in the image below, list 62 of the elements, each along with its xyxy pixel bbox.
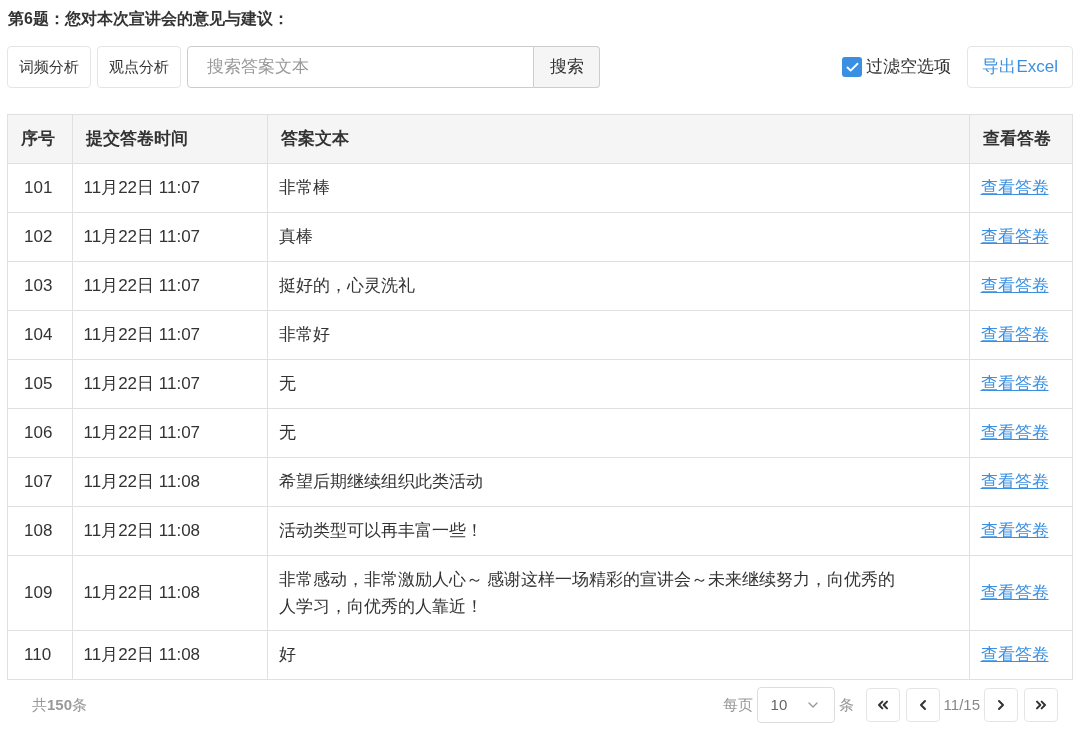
table-cell: 11月22日 11:07 — [72, 359, 267, 408]
analysis-button[interactable]: 词频分析 — [7, 46, 91, 88]
table-cell: 11月22日 11:07 — [72, 408, 267, 457]
table-cell: 11月22日 11:07 — [72, 261, 267, 310]
total-count: 共150条 — [32, 694, 88, 715]
search-input[interactable]: 搜索答案文本 — [207, 54, 514, 80]
table-cell: 11月22日 11:08 — [72, 630, 267, 679]
page-indicator: 11/15 — [943, 694, 980, 715]
table-cell: 11月22日 11:07 — [72, 212, 267, 261]
table-cell: 110 — [8, 630, 72, 679]
column-header: 答案文本 — [267, 115, 969, 163]
view-answer-link[interactable]: 查看答卷 — [980, 373, 1049, 393]
filter-label: 过滤空选项 — [866, 56, 952, 79]
table-cell: 无 — [267, 408, 969, 457]
table-cell: 挺好的，心灵洗礼 — [267, 261, 969, 310]
table-cell: 104 — [8, 310, 72, 359]
per-page-select[interactable]: 10 — [756, 687, 835, 723]
table-cell: 102 — [8, 212, 72, 261]
previous-page-button[interactable] — [905, 688, 940, 722]
search-button[interactable]: 搜索 — [534, 46, 600, 88]
view-answer-link[interactable]: 查看答卷 — [980, 471, 1049, 491]
first-page-button[interactable] — [865, 688, 900, 722]
table-cell: 108 — [8, 506, 72, 555]
table-cell: 真棒 — [267, 212, 969, 261]
column-header: 序号 — [8, 115, 72, 163]
table-cell: 11月22日 11:08 — [72, 457, 267, 506]
view-answer-link[interactable]: 查看答卷 — [980, 582, 1049, 602]
table-cell: 非常好 — [267, 310, 969, 359]
column-header: 查看答卷 — [969, 115, 1072, 163]
table-cell: 11月22日 11:08 — [72, 506, 267, 555]
view-answer-link[interactable]: 查看答卷 — [980, 324, 1049, 344]
table-cell: 11月22日 11:07 — [72, 163, 267, 212]
view-answer-link[interactable]: 查看答卷 — [980, 422, 1049, 442]
view-answer-link[interactable]: 查看答卷 — [980, 177, 1049, 197]
table-cell: 106 — [8, 408, 72, 457]
filter-checkbox[interactable] — [842, 57, 863, 77]
table-cell: 101 — [8, 163, 72, 212]
export-button[interactable]: 导出Excel — [967, 46, 1073, 88]
next-page-button[interactable] — [984, 688, 1018, 722]
table-cell: 希望后期继续组织此类活动 — [267, 457, 969, 506]
table-cell: 107 — [8, 457, 72, 506]
search-field[interactable]: 搜索答案文本 — [187, 46, 534, 88]
column-header: 提交答卷时间 — [72, 115, 267, 163]
table-cell: 109 — [8, 555, 72, 630]
per-page-label: 每页 — [722, 694, 753, 715]
table-cell: 非常棒 — [267, 163, 969, 212]
table-cell: 好 — [267, 630, 969, 679]
view-answer-link[interactable]: 查看答卷 — [980, 645, 1049, 664]
view-answer-link[interactable]: 查看答卷 — [980, 520, 1049, 540]
table-cell: 无 — [267, 359, 969, 408]
table-cell: 11月22日 11:08 — [72, 555, 267, 630]
view-answer-link[interactable]: 查看答卷 — [980, 226, 1049, 246]
view-answer-link[interactable]: 查看答卷 — [980, 275, 1049, 295]
table-cell: 活动类型可以再丰富一些！ — [267, 506, 969, 555]
question-title: 第6题：您对本次宣讲会的意见与建议： — [7, 9, 290, 29]
table-cell: 105 — [8, 359, 72, 408]
table-cell: 11月22日 11:07 — [72, 310, 267, 359]
last-page-button[interactable] — [1024, 688, 1058, 722]
analysis-button[interactable]: 观点分析 — [97, 46, 181, 88]
per-page-unit: 条 — [838, 694, 854, 715]
table-cell: 非常感动，非常激励人心～ 感谢这样一场精彩的宣讲会～未来继续努力，向优秀的人学习，向优秀的人靠近！ — [267, 555, 969, 630]
table-cell: 103 — [8, 261, 72, 310]
